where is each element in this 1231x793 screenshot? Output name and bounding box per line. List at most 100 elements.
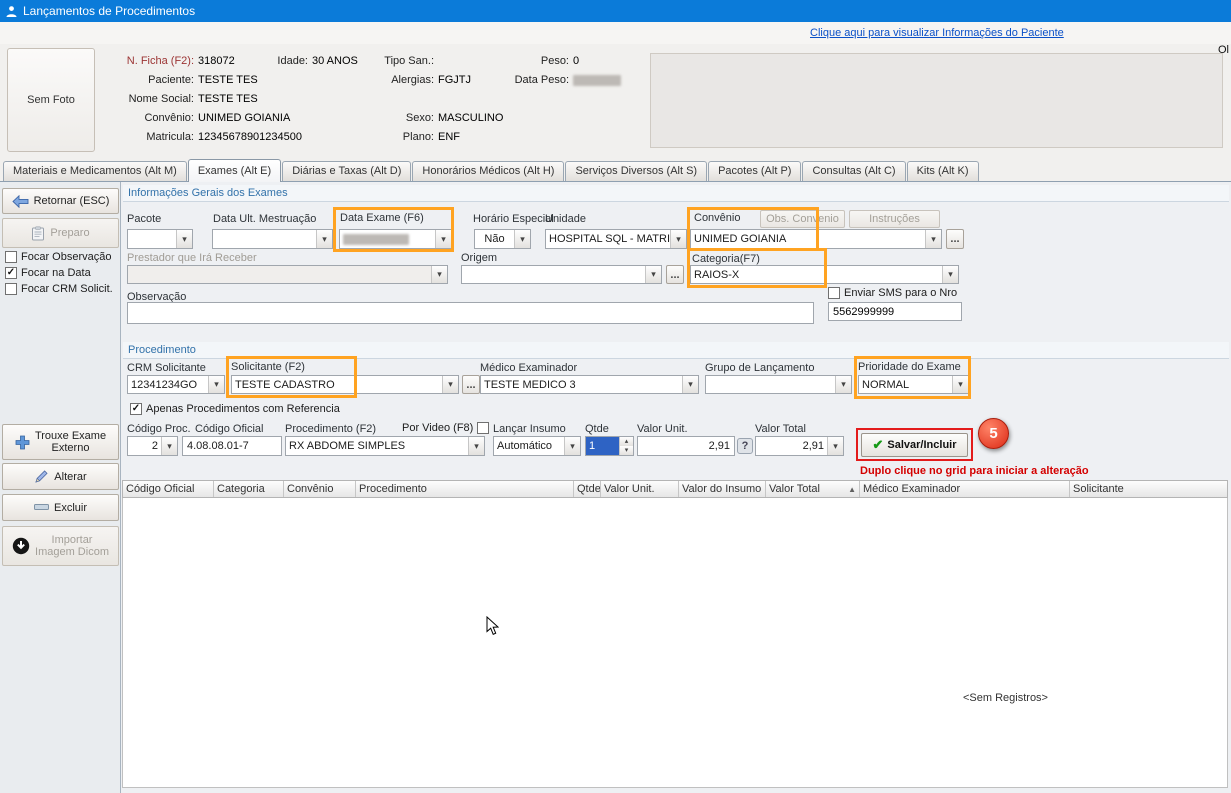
- grid-col-label: Qtde: [577, 483, 601, 495]
- help-icon[interactable]: ?: [737, 438, 753, 454]
- retornar-button[interactable]: Retornar (ESC): [2, 188, 119, 214]
- grid-col-convenio[interactable]: Convênio: [284, 481, 356, 497]
- grid-col-procedimento[interactable]: Procedimento: [356, 481, 574, 497]
- obs-convenio-button[interactable]: Obs. Convenio: [760, 210, 845, 228]
- focar-na-data-checkbox[interactable]: ✓ Focar na Data: [5, 267, 91, 279]
- medico-examinador-label: Médico Examinador: [480, 362, 577, 374]
- trouxe-exame-externo-button[interactable]: Trouxe Exame Externo: [2, 424, 119, 460]
- grid-col-valor-total[interactable]: Valor Total▲: [766, 481, 860, 497]
- grid-body: <Sem Registros>: [122, 498, 1228, 788]
- matricula-value: 12345678901234500: [198, 128, 302, 147]
- grid-col-categoria[interactable]: Categoria: [214, 481, 284, 497]
- focar-crm-solicit-checkbox[interactable]: Focar CRM Solicit.: [5, 283, 113, 295]
- tab-honorarios-medicos[interactable]: Honorários Médicos (Alt H): [412, 161, 564, 181]
- dropdown-arrow-icon: ▾: [442, 376, 458, 393]
- alterar-button[interactable]: Alterar: [2, 463, 119, 490]
- tab-servicos-diversos[interactable]: Serviços Diversos (Alt S): [565, 161, 707, 181]
- apenas-referencia-label: Apenas Procedimentos com Referencia: [146, 403, 340, 415]
- por-video-checkbox[interactable]: Por Video (F8): [402, 422, 489, 434]
- tab-kits[interactable]: Kits (Alt K): [907, 161, 979, 181]
- spin-up-icon[interactable]: ▴: [620, 437, 633, 446]
- unidade-label: Unidade: [545, 213, 586, 225]
- tab-consultas[interactable]: Consultas (Alt C): [802, 161, 905, 181]
- valor-total-label: Valor Total: [755, 423, 806, 435]
- salvar-incluir-label: Salvar/Incluir: [887, 439, 956, 451]
- lancar-insumo-label: Lançar Insumo: [493, 423, 566, 435]
- qtde-label: Qtde: [585, 423, 609, 435]
- grid-col-valor-unit[interactable]: Valor Unit.: [601, 481, 679, 497]
- grid-col-label: Valor do Insumo: [682, 483, 761, 495]
- observacao-input[interactable]: [127, 302, 814, 324]
- salvar-incluir-button[interactable]: ✔ Salvar/Incluir: [861, 433, 968, 457]
- grupo-lancamento-combo[interactable]: ▾: [705, 375, 852, 394]
- instrucoes-button[interactable]: Instruções: [849, 210, 940, 228]
- preparo-button[interactable]: Preparo: [2, 218, 119, 248]
- sidebar: Retornar (ESC) Preparo Focar Observação …: [0, 182, 121, 793]
- crm-solicitante-combo[interactable]: 12341234GO▾: [127, 375, 225, 394]
- excluir-button[interactable]: Excluir: [2, 494, 119, 521]
- main-panel: Informações Gerais dos Exames Pacote Dat…: [121, 182, 1231, 793]
- focar-observacao-checkbox[interactable]: Focar Observação: [5, 251, 111, 263]
- categoria-combo[interactable]: RAIOS-X▾: [690, 265, 959, 284]
- grid-col-codigo-oficial[interactable]: Código Oficial: [123, 481, 214, 497]
- medico-examinador-combo[interactable]: TESTE MEDICO 3▾: [480, 375, 699, 394]
- horario-especial-combo[interactable]: Não▾: [474, 229, 531, 249]
- valor-total-combo[interactable]: 2,91▾: [755, 436, 844, 456]
- crm-solicitante-label: CRM Solicitante: [127, 362, 206, 374]
- photo-placeholder-label: Sem Foto: [27, 94, 75, 106]
- tab-materiais-medicamentos[interactable]: Materiais e Medicamentos (Alt M): [3, 161, 187, 181]
- solicitante-browse-button[interactable]: ...: [462, 375, 480, 394]
- convenio-combo[interactable]: UNIMED GOIANIA▾: [690, 229, 942, 249]
- data-ult-combo[interactable]: ▾: [212, 229, 333, 249]
- valor-unit-field[interactable]: 2,91: [637, 436, 735, 456]
- data-exame-label: Data Exame (F6): [340, 212, 424, 224]
- sexo-label: Sexo:: [363, 109, 438, 128]
- paciente-value: TESTE TES: [198, 71, 258, 90]
- alterar-label: Alterar: [54, 471, 86, 483]
- checkbox-box: [5, 251, 17, 263]
- patient-info-link[interactable]: Clique aqui para visualizar Informações …: [810, 27, 1064, 39]
- sms-number-input[interactable]: [828, 302, 962, 321]
- importar-dicom-button[interactable]: Importar Imagem Dicom: [2, 526, 119, 566]
- grid-col-label: Procedimento: [359, 483, 427, 495]
- apenas-referencia-checkbox[interactable]: ✓ Apenas Procedimentos com Referencia: [130, 403, 340, 415]
- prestador-combo[interactable]: ▾: [127, 265, 448, 284]
- obs-convenio-label: Obs. Convenio: [766, 213, 839, 225]
- data-exame-combo[interactable]: ▾: [339, 229, 452, 249]
- codigo-oficial-field[interactable]: 4.08.08.01-7: [182, 436, 282, 456]
- categoria-value: RAIOS-X: [691, 266, 942, 283]
- spin-down-icon[interactable]: ▾: [620, 446, 633, 455]
- grid-col-qtde[interactable]: Qtde: [574, 481, 601, 497]
- procedimento-value: RX ABDOME SIMPLES: [286, 437, 468, 455]
- unidade-value: HOSPITAL SQL - MATRIZ: [546, 230, 670, 248]
- checkbox-box: ✓: [5, 267, 17, 279]
- annotation-hint-text: Duplo clique no grid para iniciar a alte…: [860, 465, 1089, 477]
- pencil-icon: [34, 469, 49, 484]
- unidade-combo[interactable]: HOSPITAL SQL - MATRIZ▾: [545, 229, 687, 249]
- tab-pacotes[interactable]: Pacotes (Alt P): [708, 161, 801, 181]
- grid-col-valor-insumo[interactable]: Valor do Insumo: [679, 481, 766, 497]
- tab-diarias-taxas[interactable]: Diárias e Taxas (Alt D): [282, 161, 411, 181]
- grid-col-solicitante[interactable]: Solicitante: [1070, 481, 1227, 497]
- origem-browse-button[interactable]: ...: [666, 265, 684, 284]
- origem-combo[interactable]: ▾: [461, 265, 662, 284]
- lancar-insumo-combo[interactable]: Automático▾: [493, 436, 581, 456]
- importar-label-line1: Importar: [35, 534, 109, 546]
- preparo-label: Preparo: [50, 227, 89, 239]
- codigo-proc-combo[interactable]: 2▾: [127, 436, 178, 456]
- enviar-sms-checkbox[interactable]: Enviar SMS para o Nro: [828, 287, 957, 299]
- checkbox-box: [828, 287, 840, 299]
- pacote-combo[interactable]: ▾: [127, 229, 193, 249]
- grid-col-medico-examinador[interactable]: Médico Examinador: [860, 481, 1070, 497]
- convenio-browse-button[interactable]: ...: [946, 229, 964, 249]
- step-badge: 5: [978, 418, 1009, 449]
- trouxe-label-line1: Trouxe Exame: [35, 430, 106, 442]
- grid-col-label: Código Oficial: [126, 483, 194, 495]
- prioridade-combo[interactable]: NORMAL▾: [858, 375, 969, 394]
- lancar-insumo-value: Automático: [494, 437, 564, 455]
- procedimento-combo[interactable]: RX ABDOME SIMPLES▾: [285, 436, 485, 456]
- tab-exames[interactable]: Exames (Alt E): [188, 159, 281, 182]
- solicitante-combo[interactable]: TESTE CADASTRO▾: [231, 375, 459, 394]
- qtde-spinner[interactable]: 1 ▴▾: [585, 436, 634, 456]
- categoria-label: Categoria(F7): [692, 253, 760, 265]
